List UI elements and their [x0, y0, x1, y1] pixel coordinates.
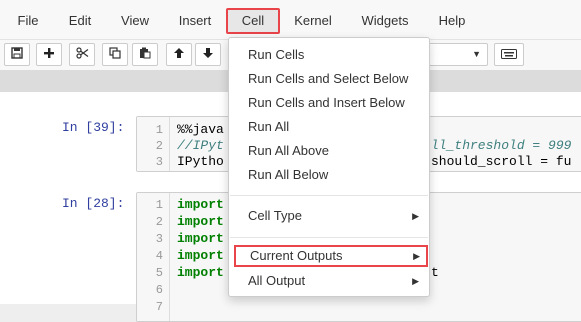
- menu-edit[interactable]: Edit: [63, 8, 97, 34]
- menu-item-run-cells-select-below[interactable]: Run Cells and Select Below: [229, 68, 429, 90]
- line-number: 1: [155, 123, 163, 137]
- keyboard-icon: [501, 48, 517, 62]
- menu-cell[interactable]: Cell: [226, 8, 280, 34]
- cell-menu-dropdown: Run Cells Run Cells and Select Below Run…: [228, 37, 430, 297]
- line-number: 3: [155, 155, 163, 169]
- copy-icon: [109, 47, 121, 62]
- move-down-button[interactable]: [195, 43, 221, 66]
- paste-icon: [139, 47, 151, 62]
- line-number: 3: [155, 232, 163, 246]
- cell-prompt: In [39]:: [62, 120, 125, 135]
- scissors-icon: [75, 47, 89, 62]
- save-button[interactable]: [4, 43, 30, 66]
- move-up-button[interactable]: [166, 43, 192, 66]
- code-line: IPytho: [177, 154, 224, 169]
- menu-item-current-outputs[interactable]: Current Outputs ▶: [234, 245, 428, 267]
- code-line-fragment: should_scroll = fu: [431, 154, 572, 169]
- command-palette-button[interactable]: [494, 43, 524, 66]
- chevron-right-icon: ▶: [412, 276, 419, 286]
- cell-prompt: In [28]:: [62, 196, 125, 211]
- line-number-gutter: 1 2 3 4 5 6 7: [137, 193, 170, 321]
- menu-item-cell-type[interactable]: Cell Type ▶: [229, 205, 429, 227]
- menu-item-label: Cell Type: [248, 208, 302, 223]
- chevron-right-icon: ▶: [412, 211, 419, 221]
- line-number: 5: [155, 266, 163, 280]
- menu-help[interactable]: Help: [432, 8, 472, 34]
- line-number: 4: [155, 249, 163, 263]
- arrow-down-icon: [202, 47, 214, 62]
- code-line: import: [177, 197, 224, 212]
- menu-item-run-cells[interactable]: Run Cells: [229, 44, 429, 66]
- menu-divider: [230, 237, 428, 238]
- cell-type-select[interactable]: ▼: [428, 43, 488, 66]
- code-line: import: [177, 231, 224, 246]
- line-number: 2: [155, 139, 163, 153]
- menu-item-run-all-below[interactable]: Run All Below: [229, 164, 429, 186]
- insert-cell-button[interactable]: [36, 43, 62, 66]
- line-number: 2: [155, 215, 163, 229]
- menu-item-run-all[interactable]: Run All: [229, 116, 429, 138]
- line-number: 7: [155, 300, 163, 314]
- line-number-gutter: 1 2 3: [137, 117, 170, 171]
- menu-kernel[interactable]: Kernel: [288, 8, 338, 34]
- menu-view[interactable]: View: [114, 8, 156, 34]
- line-number: 1: [155, 198, 163, 212]
- menu-item-label: Current Outputs: [250, 248, 343, 263]
- menu-item-run-cells-insert-below[interactable]: Run Cells and Insert Below: [229, 92, 429, 114]
- chevron-right-icon: ▶: [413, 251, 420, 261]
- menu-item-run-all-above[interactable]: Run All Above: [229, 140, 429, 162]
- line-number: 6: [155, 283, 163, 297]
- save-icon: [11, 47, 23, 62]
- code-line: import: [177, 265, 224, 280]
- menubar: File Edit View Insert Cell Kernel Widget…: [0, 0, 581, 40]
- arrow-up-icon: [173, 47, 185, 62]
- code-line: //IPyt: [177, 138, 224, 153]
- code-line: import: [177, 248, 224, 263]
- menu-widgets[interactable]: Widgets: [355, 8, 415, 34]
- menu-insert[interactable]: Insert: [172, 8, 218, 34]
- menu-item-all-output[interactable]: All Output ▶: [229, 270, 429, 292]
- menu-file[interactable]: File: [10, 8, 46, 34]
- code-line: import: [177, 214, 224, 229]
- copy-button[interactable]: [102, 43, 128, 66]
- menu-divider: [230, 195, 428, 196]
- menu-item-label: All Output: [248, 273, 306, 288]
- code-line: %%java: [177, 122, 224, 137]
- paste-button[interactable]: [132, 43, 158, 66]
- code-line-fragment: ll_threshold = 999: [431, 138, 572, 153]
- code-line-fragment: t: [431, 265, 439, 280]
- cut-button[interactable]: [69, 43, 95, 66]
- plus-icon: [43, 47, 55, 62]
- chevron-down-icon: ▼: [472, 49, 481, 59]
